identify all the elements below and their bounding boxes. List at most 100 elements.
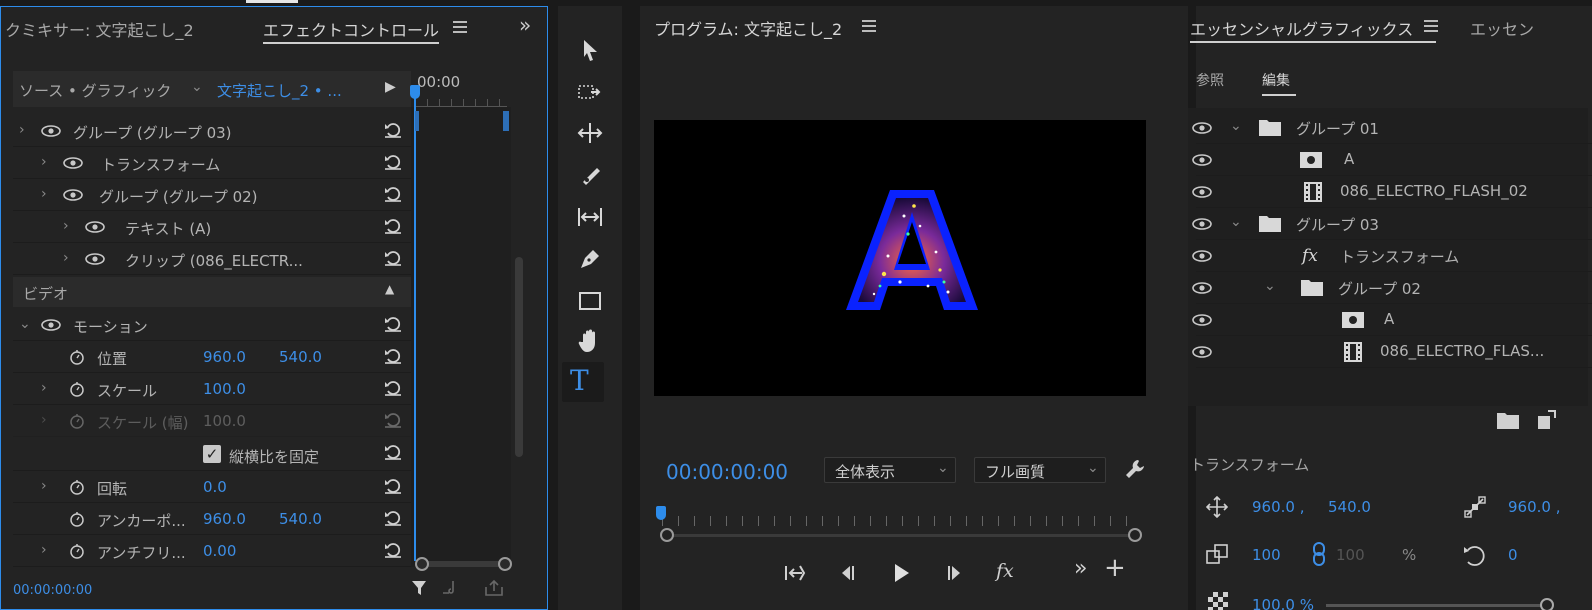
footer-timecode[interactable]: 00:00:00:00	[13, 583, 92, 598]
eg-layer-row[interactable]: 086_ELECTRO_FLASH_02	[1192, 176, 1592, 208]
video-preview[interactable]: A	[654, 120, 1146, 396]
eg-layer-row[interactable]: fx トランスフォーム	[1192, 240, 1592, 272]
hand-tool-icon[interactable]	[575, 326, 605, 356]
filter-icon[interactable]	[411, 579, 429, 599]
opacity-slider-handle[interactable]	[1540, 598, 1554, 610]
add-button-icon[interactable]: +	[1104, 553, 1126, 583]
anchor-x-value[interactable]: 960.0	[203, 510, 246, 528]
fx-icon[interactable]: fx	[996, 560, 1014, 582]
eye-icon[interactable]	[63, 157, 83, 169]
layer-row-clip[interactable]: › クリップ (086_ELECTR...	[13, 243, 411, 275]
reset-icon[interactable]	[383, 477, 403, 495]
overflow-tabs-icon[interactable]: »	[519, 13, 531, 37]
overflow-buttons-icon[interactable]: »	[1074, 556, 1087, 581]
mini-timeline[interactable]	[411, 107, 511, 567]
zoom-handle-right[interactable]	[498, 557, 512, 571]
step-back-icon[interactable]	[834, 562, 860, 584]
eye-icon[interactable]	[1192, 154, 1212, 166]
zoom-bar[interactable]	[666, 534, 1136, 537]
zoom-dropdown[interactable]: 全体表示 ⌄	[824, 457, 956, 483]
play-only-triangle-icon[interactable]: ▶	[385, 79, 396, 95]
tab-essential-graphics[interactable]: エッセンシャルグラフィックス	[1190, 16, 1413, 40]
type-tool-icon[interactable]: T	[570, 364, 589, 397]
program-playhead[interactable]	[656, 506, 666, 520]
play-icon[interactable]	[888, 562, 914, 584]
selection-tool-icon[interactable]	[575, 36, 605, 66]
eg-layer-row[interactable]: A	[1192, 304, 1592, 336]
new-layer-icon[interactable]	[1536, 410, 1556, 430]
quality-dropdown[interactable]: フル画質 ⌄	[974, 457, 1106, 483]
anti-flicker-row[interactable]: › アンチフリ... 0.00	[13, 535, 411, 567]
eye-icon[interactable]	[1192, 282, 1212, 294]
reset-icon[interactable]	[383, 217, 403, 235]
rotation-value[interactable]: 0.0	[203, 478, 227, 496]
program-time-ruler[interactable]	[662, 516, 1140, 526]
chevron-right-icon[interactable]: ›	[41, 186, 47, 202]
reset-icon[interactable]	[383, 379, 403, 397]
reset-icon[interactable]	[383, 121, 403, 139]
eye-icon[interactable]	[85, 221, 105, 233]
wrench-icon[interactable]	[1124, 458, 1146, 480]
position-x-value[interactable]: 960.0 ,	[1252, 498, 1304, 516]
reset-icon[interactable]	[383, 509, 403, 527]
position-y-value[interactable]: 540.0	[1328, 498, 1371, 516]
uniform-scale-checkbox[interactable]: ✓	[203, 445, 221, 463]
eye-icon[interactable]	[1192, 186, 1212, 198]
zoom-handle-right[interactable]	[1128, 528, 1142, 542]
eg-layer-row[interactable]: ⌄ グループ 03	[1192, 208, 1592, 240]
go-to-in-icon[interactable]	[782, 562, 808, 584]
motion-row[interactable]: ⌄ モーション	[13, 309, 411, 341]
reset-icon[interactable]	[383, 443, 403, 461]
stopwatch-icon[interactable]	[69, 349, 85, 365]
zoom-handle-left[interactable]	[660, 528, 674, 542]
layer-row-transform[interactable]: › トランスフォーム	[13, 147, 411, 179]
chevron-right-icon[interactable]: ›	[63, 250, 69, 266]
chevron-right-icon[interactable]: ›	[41, 380, 47, 396]
chevron-right-icon[interactable]: ›	[63, 218, 69, 234]
layer-row-group-02[interactable]: › グループ (グループ 02)	[13, 179, 411, 211]
anchor-point-row[interactable]: アンカーポ... 960.0 540.0	[13, 503, 411, 535]
scale-row[interactable]: › スケール 100.0	[13, 373, 411, 405]
anchor-y-value[interactable]: 540.0	[279, 510, 322, 528]
subtab-browse[interactable]: 参照	[1196, 70, 1224, 90]
stopwatch-icon[interactable]	[69, 543, 85, 559]
razor-tool-icon[interactable]	[575, 160, 605, 190]
position-row[interactable]: 位置 960.0 540.0	[13, 341, 411, 373]
program-timecode[interactable]: 00:00:00:00	[666, 460, 788, 484]
new-group-folder-icon[interactable]	[1496, 410, 1520, 430]
reset-icon[interactable]	[383, 249, 403, 267]
scale-value[interactable]: 100	[1252, 546, 1281, 564]
eye-icon[interactable]	[1192, 218, 1212, 230]
eye-icon[interactable]	[41, 125, 61, 137]
eye-icon[interactable]	[63, 189, 83, 201]
chevron-down-icon[interactable]: ⌄	[1264, 278, 1276, 294]
rectangle-tool-icon[interactable]	[575, 286, 605, 316]
track-select-tool-icon[interactable]	[575, 78, 605, 108]
opacity-slider[interactable]	[1326, 604, 1546, 607]
eye-icon[interactable]	[1192, 346, 1212, 358]
eg-layer-row[interactable]: 086_ELECTRO_FLAS...	[1192, 336, 1592, 368]
eye-icon[interactable]	[41, 319, 61, 331]
subtab-edit[interactable]: 編集	[1262, 70, 1290, 90]
reset-icon[interactable]	[383, 185, 403, 203]
slip-tool-icon[interactable]	[575, 202, 605, 232]
opacity-value[interactable]: 100.0 %	[1252, 596, 1314, 610]
collapse-triangle-icon[interactable]: ▲	[385, 282, 394, 296]
eg-layer-row[interactable]: ⌄ グループ 02	[1192, 272, 1592, 304]
scale-value[interactable]: 100.0	[203, 380, 246, 398]
link-chain-icon[interactable]	[1312, 542, 1326, 566]
eg-layer-row[interactable]: A	[1192, 144, 1592, 176]
eye-icon[interactable]	[1192, 314, 1212, 326]
clip-selector[interactable]: 文字起こし_2 • ...	[217, 80, 342, 101]
eye-icon[interactable]	[1192, 122, 1212, 134]
rotation-value[interactable]: 0	[1508, 546, 1518, 564]
tab-effect-controls[interactable]: エフェクトコントロール	[263, 17, 439, 41]
chevron-right-icon[interactable]: ›	[41, 542, 47, 558]
layer-row-text[interactable]: › テキスト (A)	[13, 211, 411, 243]
stopwatch-icon[interactable]	[69, 479, 85, 495]
panel-menu-icon[interactable]	[862, 20, 876, 32]
pen-tool-icon[interactable]	[575, 244, 605, 274]
panel-menu-icon[interactable]	[1424, 20, 1438, 32]
reset-icon[interactable]	[383, 541, 403, 559]
chevron-down-icon[interactable]: ⌄	[19, 316, 31, 332]
